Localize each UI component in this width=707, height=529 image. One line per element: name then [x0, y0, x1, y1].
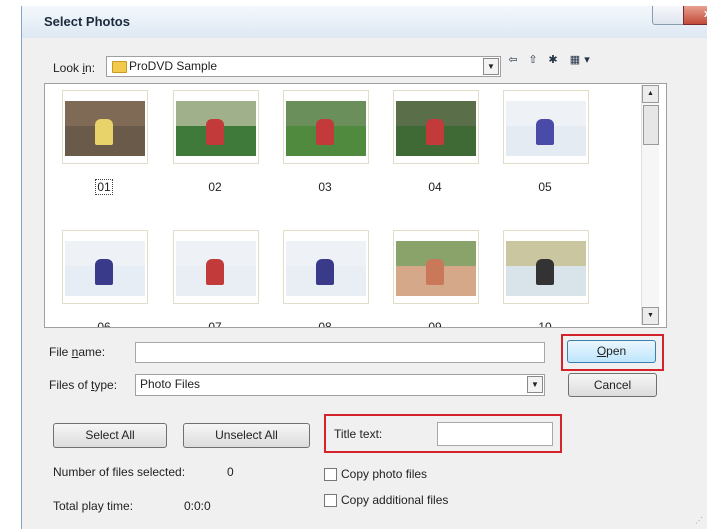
scroll-down-icon[interactable]: ▼	[642, 307, 659, 325]
scroll-up-icon[interactable]: ▲	[642, 85, 659, 103]
photo-thumbnail[interactable]	[503, 90, 589, 164]
back-icon[interactable]: ⇦	[506, 53, 520, 67]
photo-thumbnail[interactable]	[393, 230, 479, 304]
photo-caption[interactable]: 05	[503, 180, 587, 194]
photo-subject	[316, 119, 334, 145]
photo-thumbnail[interactable]	[173, 90, 259, 164]
photo-image	[286, 101, 366, 156]
total-play-time-value: 0:0:0	[184, 499, 211, 513]
photo-subject	[426, 119, 444, 145]
photo-subject	[316, 259, 334, 285]
resize-grip-icon[interactable]: ⋰	[695, 516, 703, 525]
files-of-type-label: Files of type:	[49, 378, 118, 392]
photo-image	[396, 241, 476, 296]
look-in-label: Look in:	[53, 61, 96, 75]
photo-thumbnail[interactable]	[62, 90, 148, 164]
total-play-time-label: Total play time:	[53, 499, 134, 513]
photo-subject	[95, 259, 113, 285]
photo-image	[65, 241, 145, 296]
photo-caption[interactable]: 09	[393, 320, 477, 327]
chevron-down-icon[interactable]: ▼	[527, 376, 543, 393]
photo-caption[interactable]: 01	[62, 179, 146, 195]
look-in-dropdown[interactable]: ProDVD Sample ▼	[106, 56, 501, 77]
photo-image	[506, 101, 586, 156]
photo-image	[506, 241, 586, 296]
open-button[interactable]: Open	[567, 340, 656, 363]
file-name-label: File name:	[49, 345, 106, 359]
photo-image	[176, 101, 256, 156]
new-folder-icon[interactable]: ✱	[546, 53, 560, 67]
photo-caption[interactable]: 06	[62, 320, 146, 327]
photo-caption[interactable]: 10	[503, 320, 587, 327]
photo-thumbnail[interactable]	[393, 90, 479, 164]
select-all-button[interactable]: Select All	[53, 423, 167, 448]
up-folder-icon[interactable]: ⇧	[526, 53, 540, 67]
files-selected-label: Number of files selected:	[53, 465, 186, 479]
minimize-button[interactable]	[652, 6, 684, 25]
photo-subject	[206, 259, 224, 285]
view-dropdown-icon[interactable]: ▾	[583, 53, 591, 67]
copy-photo-files-checkbox[interactable]	[324, 468, 337, 481]
photo-subject	[95, 119, 113, 145]
title-text-label: Title text:	[334, 427, 383, 441]
files-of-type-value: Photo Files	[140, 377, 201, 391]
photo-image	[396, 101, 476, 156]
photo-caption[interactable]: 03	[283, 180, 367, 194]
folder-icon	[112, 61, 127, 73]
photo-thumbnail[interactable]	[62, 230, 148, 304]
chevron-down-icon[interactable]: ▼	[483, 58, 499, 75]
photo-image	[286, 241, 366, 296]
unselect-all-button[interactable]: Unselect All	[183, 423, 310, 448]
photo-thumbnail[interactable]	[283, 90, 369, 164]
title-bar: Select Photos x	[21, 6, 707, 38]
photo-caption[interactable]: 02	[173, 180, 257, 194]
photo-caption[interactable]: 07	[173, 320, 257, 327]
photo-image	[65, 101, 145, 156]
photo-subject	[536, 119, 554, 145]
title-text-input[interactable]	[437, 422, 553, 446]
files-selected-value: 0	[227, 465, 234, 479]
close-button[interactable]: x	[683, 6, 707, 25]
select-photos-dialog: Select Photos x Look in: ProDVD Sample ▼…	[0, 0, 707, 529]
photo-image	[176, 241, 256, 296]
scroll-thumb[interactable]	[643, 105, 659, 145]
photo-caption[interactable]: 04	[393, 180, 477, 194]
photo-thumbnail[interactable]	[283, 230, 369, 304]
files-of-type-dropdown[interactable]: Photo Files ▼	[135, 374, 545, 396]
photo-subject	[426, 259, 444, 285]
photo-thumbnail[interactable]	[503, 230, 589, 304]
copy-photo-files-label: Copy photo files	[341, 467, 428, 481]
cancel-button[interactable]: Cancel	[568, 373, 657, 397]
view-menu-icon[interactable]: ▦	[568, 53, 582, 67]
dialog-title: Select Photos	[44, 14, 130, 29]
copy-additional-files-checkbox[interactable]	[324, 494, 337, 507]
photo-grid: 01 02 03 04 05 06 07 08 09 10	[44, 83, 667, 328]
vertical-scrollbar[interactable]: ▲ ▼	[641, 85, 659, 325]
look-in-value: ProDVD Sample	[129, 59, 218, 73]
photo-subject	[206, 119, 224, 145]
file-name-input[interactable]	[135, 342, 545, 363]
copy-additional-files-label: Copy additional files	[341, 493, 449, 507]
photo-caption[interactable]: 08	[283, 320, 367, 327]
photo-thumbnail[interactable]	[173, 230, 259, 304]
photo-subject	[536, 259, 554, 285]
